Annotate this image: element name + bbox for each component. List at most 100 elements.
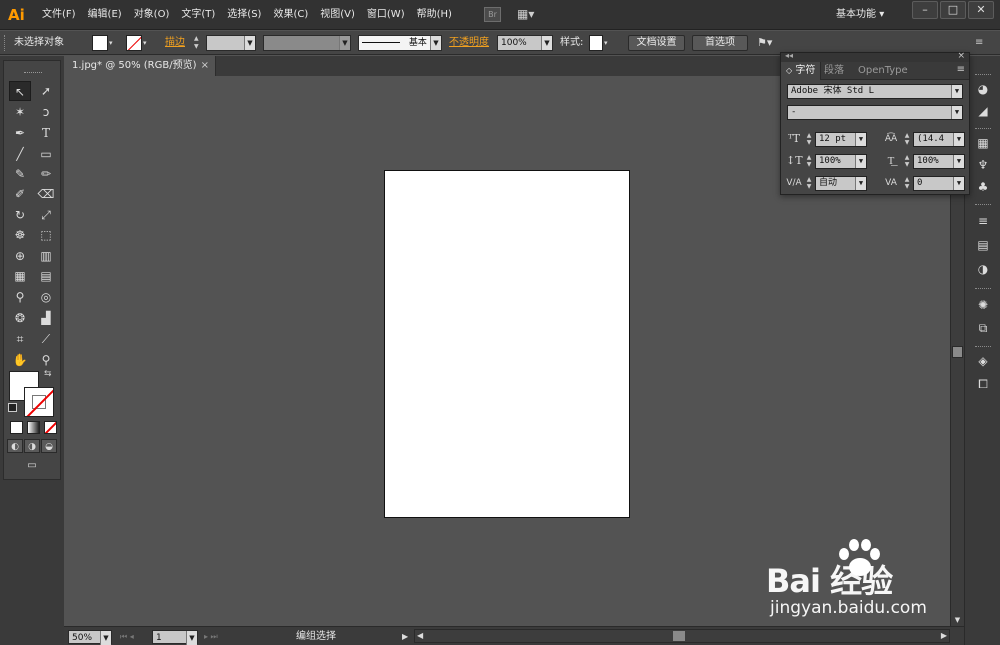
warp-tool-icon[interactable]: ☸	[9, 225, 31, 245]
artboards-icon[interactable]: ⧠	[973, 375, 993, 393]
tab-paragraph[interactable]: 段落	[819, 62, 849, 80]
color-mode-icon[interactable]	[10, 421, 23, 434]
font-size-spinner[interactable]: ▲ ▼	[805, 132, 813, 146]
leading-spinner[interactable]: ▲ ▼	[903, 132, 911, 146]
menu-file[interactable]: 文件(F)	[36, 0, 82, 30]
gradient-tool-icon[interactable]: ▤	[35, 266, 57, 286]
gradient-icon[interactable]: ▤	[973, 236, 993, 254]
maximize-button[interactable]: □	[940, 1, 966, 19]
close-icon[interactable]: ×	[201, 56, 209, 76]
scroll-down-icon[interactable]: ▼	[951, 614, 964, 626]
tracking-spinner[interactable]: ▲ ▼	[903, 176, 911, 190]
selection-tool-icon[interactable]: ↖	[9, 81, 31, 101]
stroke-weight-field[interactable]: ▼	[206, 35, 256, 51]
stroke-weight-spinner[interactable]: ▲ ▼	[194, 35, 204, 51]
swap-colors-icon[interactable]: ⇆	[44, 369, 52, 379]
artboard-tool-icon[interactable]: ⌗	[9, 329, 31, 349]
dock-grip[interactable]	[975, 74, 991, 76]
tab-character[interactable]: ◇ 字符	[781, 62, 822, 80]
artboard[interactable]	[384, 170, 630, 518]
swatches-icon[interactable]: ▦	[973, 134, 993, 152]
opacity-field[interactable]: 100% ▼	[497, 35, 553, 51]
brush-definition[interactable]: 基本 ▼	[358, 35, 442, 51]
bridge-icon[interactable]: Br	[484, 7, 501, 22]
menu-type[interactable]: 文字(T)	[175, 0, 221, 30]
close-button[interactable]: ✕	[968, 1, 994, 19]
transparency-icon[interactable]: ◑	[973, 260, 993, 278]
eyedropper-tool-icon[interactable]: ⚲	[9, 287, 31, 307]
horizontal-scale-spinner[interactable]: ▲ ▼	[903, 154, 911, 168]
control-bar-grip[interactable]	[4, 35, 8, 51]
graphic-style-swatch[interactable]	[589, 35, 603, 51]
variable-width-profile[interactable]: ▼	[263, 35, 351, 51]
line-tool-icon[interactable]: ╱	[9, 144, 31, 164]
pencil-tool-icon[interactable]: ✏	[35, 164, 57, 184]
font-family-field[interactable]: Adobe 宋体 Std L ▼	[787, 84, 963, 99]
hand-tool-icon[interactable]: ✋	[9, 350, 31, 370]
style-dropdown-icon[interactable]: ▾	[604, 35, 614, 51]
zoom-tool-icon[interactable]: ⚲	[35, 350, 57, 370]
draw-behind-icon[interactable]: ◑	[24, 439, 40, 453]
menu-select[interactable]: 选择(S)	[221, 0, 267, 30]
graphic-styles-icon[interactable]: ⧉	[973, 319, 993, 337]
color-guide-icon[interactable]: ◕	[973, 80, 993, 98]
panel-titlebar[interactable]: ◂◂ ×	[781, 51, 969, 62]
menu-object[interactable]: 对象(O)	[128, 0, 176, 30]
column-graph-tool-icon[interactable]: ▟	[35, 308, 57, 328]
fill-swatch[interactable]	[92, 35, 108, 51]
tracking-field[interactable]: 0 ▼	[913, 176, 965, 191]
dock-grip[interactable]	[975, 204, 991, 206]
menu-window[interactable]: 窗口(W)	[361, 0, 411, 30]
dock-grip[interactable]	[975, 288, 991, 290]
rectangle-tool-icon[interactable]: ▭	[35, 144, 57, 164]
direct-selection-tool-icon[interactable]: ➚	[35, 81, 57, 101]
document-tab[interactable]: 1.jpg* @ 50% (RGB/预览) ×	[64, 56, 216, 76]
horizontal-scale-field[interactable]: 100% ▼	[913, 154, 965, 169]
stroke-color-box[interactable]	[24, 387, 54, 417]
stroke-icon[interactable]: ≡	[973, 212, 993, 230]
blob-brush-tool-icon[interactable]: ✐	[9, 184, 31, 204]
scale-tool-icon[interactable]: ⤢	[35, 205, 57, 225]
stroke-swatch[interactable]	[126, 35, 142, 51]
stroke-link[interactable]: 描边	[165, 35, 185, 51]
collapse-panel-icon[interactable]: ◂◂	[785, 51, 793, 60]
opacity-link[interactable]: 不透明度	[449, 35, 489, 51]
scroll-left-icon[interactable]: ◀	[417, 630, 423, 642]
font-size-field[interactable]: 12 pt ▼	[815, 132, 867, 147]
menu-help[interactable]: 帮助(H)	[411, 0, 458, 30]
vertical-scale-spinner[interactable]: ▲ ▼	[805, 154, 813, 168]
font-style-field[interactable]: - ▼	[787, 105, 963, 120]
workspace-switcher[interactable]: 基本功能 ▾	[836, 0, 884, 30]
document-setup-button[interactable]: 文档设置	[628, 35, 685, 51]
kerning-field[interactable]: 自动 ▼	[815, 176, 867, 191]
leading-field[interactable]: (14.4 ▼	[913, 132, 965, 147]
draw-inside-icon[interactable]: ◒	[41, 439, 57, 453]
horizontal-scroll-thumb[interactable]	[673, 631, 685, 641]
horizontal-scrollbar[interactable]: ◀ ▶	[414, 629, 950, 643]
layers-icon[interactable]: ◈	[973, 352, 993, 370]
none-mode-icon[interactable]	[44, 421, 57, 434]
shape-builder-tool-icon[interactable]: ⊕	[9, 246, 31, 266]
type-tool-icon[interactable]: T	[35, 123, 57, 143]
mesh-tool-icon[interactable]: ▦	[9, 266, 31, 286]
preferences-button[interactable]: 首选项	[692, 35, 748, 51]
free-transform-tool-icon[interactable]: ⬚	[35, 225, 57, 245]
vertical-scroll-thumb[interactable]	[952, 346, 963, 358]
isolate-mode-icon[interactable]: ⚑▾	[757, 35, 785, 51]
fill-dropdown-icon[interactable]: ▾	[109, 35, 119, 51]
menu-view[interactable]: 视图(V)	[314, 0, 361, 30]
panel-menu-icon[interactable]: ≡	[975, 35, 995, 51]
rotate-tool-icon[interactable]: ↻	[9, 205, 31, 225]
status-menu-icon[interactable]: ▶	[402, 630, 412, 644]
zoom-field[interactable]: 50% ▼	[68, 630, 112, 645]
scroll-right-icon[interactable]: ▶	[941, 630, 947, 642]
eraser-tool-icon[interactable]: ⌫	[35, 184, 57, 204]
dock-grip[interactable]	[975, 128, 991, 130]
vertical-scale-field[interactable]: 100% ▼	[815, 154, 867, 169]
lasso-tool-icon[interactable]: ↄ	[35, 102, 57, 122]
slice-tool-icon[interactable]: ⟋	[35, 329, 57, 349]
perspective-grid-tool-icon[interactable]: ▥	[35, 246, 57, 266]
last-artboard-icon[interactable]: ▸ ⏭	[204, 630, 234, 644]
minimize-button[interactable]: –	[912, 1, 938, 19]
symbol-sprayer-tool-icon[interactable]: ❂	[9, 308, 31, 328]
